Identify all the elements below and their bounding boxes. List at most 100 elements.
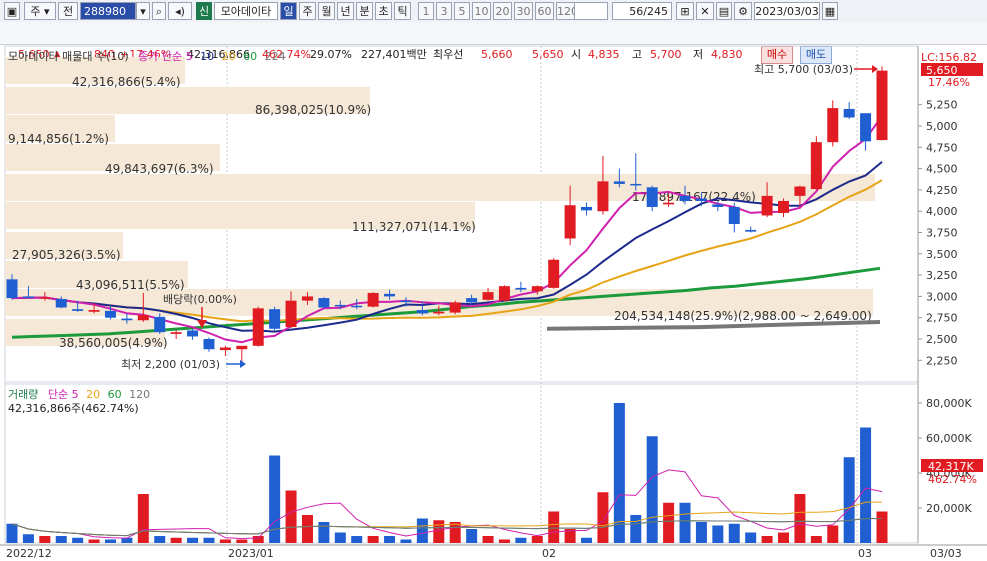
volume-bar[interactable] bbox=[679, 502, 691, 543]
candle-body[interactable] bbox=[6, 279, 18, 299]
candle-body[interactable] bbox=[384, 293, 396, 297]
candle-body[interactable] bbox=[613, 181, 625, 184]
volume-bar[interactable] bbox=[367, 536, 379, 543]
volume-bar[interactable] bbox=[334, 532, 346, 544]
stock-code-input[interactable]: 288980 bbox=[80, 2, 136, 20]
candle-body[interactable] bbox=[531, 286, 543, 292]
candle-body[interactable] bbox=[137, 315, 149, 321]
volume-bar[interactable] bbox=[285, 490, 297, 544]
stock-code-dropdown[interactable]: ▾ bbox=[136, 2, 150, 20]
candle-body[interactable] bbox=[827, 108, 839, 143]
volume-bar[interactable] bbox=[203, 537, 215, 543]
candle-body[interactable] bbox=[564, 205, 576, 239]
candle-body[interactable] bbox=[663, 202, 675, 205]
candle-body[interactable] bbox=[515, 287, 527, 290]
candle-body[interactable] bbox=[301, 296, 313, 301]
candle-body[interactable] bbox=[236, 345, 248, 350]
candle-body[interactable] bbox=[745, 229, 757, 232]
candle-body[interactable] bbox=[72, 309, 84, 311]
calendar-icon[interactable]: ▦ bbox=[822, 2, 838, 20]
candle-body[interactable] bbox=[548, 259, 560, 288]
volume-bar[interactable] bbox=[400, 539, 412, 544]
candle-body[interactable] bbox=[367, 292, 379, 307]
candle-body[interactable] bbox=[498, 286, 510, 301]
volume-bar[interactable] bbox=[55, 536, 67, 543]
volume-bar[interactable] bbox=[236, 539, 248, 544]
volume-bar[interactable] bbox=[761, 536, 773, 543]
interval-tab-20[interactable]: 20 bbox=[493, 2, 512, 20]
candle-body[interactable] bbox=[597, 181, 609, 212]
candle-body[interactable] bbox=[219, 347, 231, 351]
candle-body[interactable] bbox=[728, 206, 740, 224]
candle-body[interactable] bbox=[860, 113, 872, 142]
candle-body[interactable] bbox=[88, 310, 100, 312]
speaker-icon[interactable]: ◂) bbox=[168, 2, 192, 20]
period-tab-3[interactable]: 년 bbox=[337, 2, 354, 20]
volume-bar[interactable] bbox=[416, 518, 428, 544]
candle-body[interactable] bbox=[630, 183, 642, 186]
volume-bar[interactable] bbox=[449, 522, 461, 543]
candle-body[interactable] bbox=[351, 305, 363, 308]
candle-body[interactable] bbox=[318, 298, 330, 308]
candle-body[interactable] bbox=[449, 302, 461, 313]
volume-bar[interactable] bbox=[351, 536, 363, 543]
volume-bar[interactable] bbox=[860, 427, 872, 544]
candle-body[interactable] bbox=[187, 330, 199, 337]
chart-canvas[interactable]: 42,316,866(5.4%) 86,398,025(10.9%) 9,144,8… bbox=[0, 44, 987, 561]
candle-body[interactable] bbox=[843, 108, 855, 118]
period-tab-2[interactable]: 월 bbox=[318, 2, 335, 20]
volume-bar[interactable] bbox=[88, 539, 100, 544]
interval-tab-30[interactable]: 30 bbox=[514, 2, 533, 20]
interval-input[interactable] bbox=[574, 2, 608, 20]
market-select[interactable]: 주 ▾ bbox=[24, 2, 56, 20]
volume-bar[interactable] bbox=[104, 539, 116, 544]
candle-body[interactable] bbox=[285, 300, 297, 328]
interval-tab-10[interactable]: 10 bbox=[472, 2, 491, 20]
volume-bar[interactable] bbox=[154, 536, 166, 543]
search-icon[interactable]: ⌕ bbox=[152, 2, 166, 20]
candle-body[interactable] bbox=[581, 206, 593, 211]
volume-bar[interactable] bbox=[39, 536, 51, 543]
interval-tab-5[interactable]: 5 bbox=[454, 2, 470, 20]
candle-body[interactable] bbox=[876, 70, 888, 141]
volume-bar[interactable] bbox=[498, 539, 510, 544]
volume-bar[interactable] bbox=[646, 436, 658, 543]
interval-tab-60[interactable]: 60 bbox=[535, 2, 554, 20]
candle-body[interactable] bbox=[433, 311, 445, 314]
volume-bar[interactable] bbox=[531, 536, 543, 543]
candle-body[interactable] bbox=[104, 310, 116, 318]
volume-bar[interactable] bbox=[581, 537, 593, 543]
period-tab-6[interactable]: 틱 bbox=[394, 2, 411, 20]
interval-tab-1[interactable]: 1 bbox=[418, 2, 434, 20]
volume-bar[interactable] bbox=[630, 515, 642, 543]
volume-bar[interactable] bbox=[843, 457, 855, 543]
candle-body[interactable] bbox=[334, 304, 346, 307]
volume-bar[interactable] bbox=[22, 534, 34, 543]
volume-bar[interactable] bbox=[827, 525, 839, 544]
volume-bar[interactable] bbox=[548, 511, 560, 544]
save-icon[interactable]: ▤ bbox=[716, 2, 732, 20]
layout-icon[interactable]: ▣ bbox=[4, 2, 20, 20]
volume-bar[interactable] bbox=[6, 523, 18, 543]
period-tab-0[interactable]: 일 bbox=[280, 2, 297, 20]
range-select[interactable]: 전 bbox=[58, 2, 78, 20]
candle-body[interactable] bbox=[794, 186, 806, 196]
crosshair-icon[interactable]: ✕ bbox=[696, 2, 714, 20]
volume-bar[interactable] bbox=[72, 537, 84, 543]
volume-bar[interactable] bbox=[318, 522, 330, 543]
candle-body[interactable] bbox=[121, 318, 133, 321]
volume-bar[interactable] bbox=[728, 523, 740, 543]
gear-icon[interactable]: ⚙ bbox=[734, 2, 752, 20]
grid-icon[interactable]: ⊞ bbox=[676, 2, 694, 20]
candle-body[interactable] bbox=[482, 292, 494, 300]
candle-body[interactable] bbox=[695, 198, 707, 201]
date-input[interactable]: 2023/03/03 bbox=[754, 2, 820, 20]
candle-body[interactable] bbox=[269, 309, 281, 329]
period-tab-5[interactable]: 초 bbox=[375, 2, 392, 20]
volume-bar[interactable] bbox=[301, 515, 313, 543]
volume-bar[interactable] bbox=[187, 537, 199, 543]
candle-body[interactable] bbox=[400, 300, 412, 303]
volume-bar[interactable] bbox=[810, 536, 822, 543]
volume-bar[interactable] bbox=[712, 525, 724, 544]
candle-body[interactable] bbox=[252, 308, 264, 346]
